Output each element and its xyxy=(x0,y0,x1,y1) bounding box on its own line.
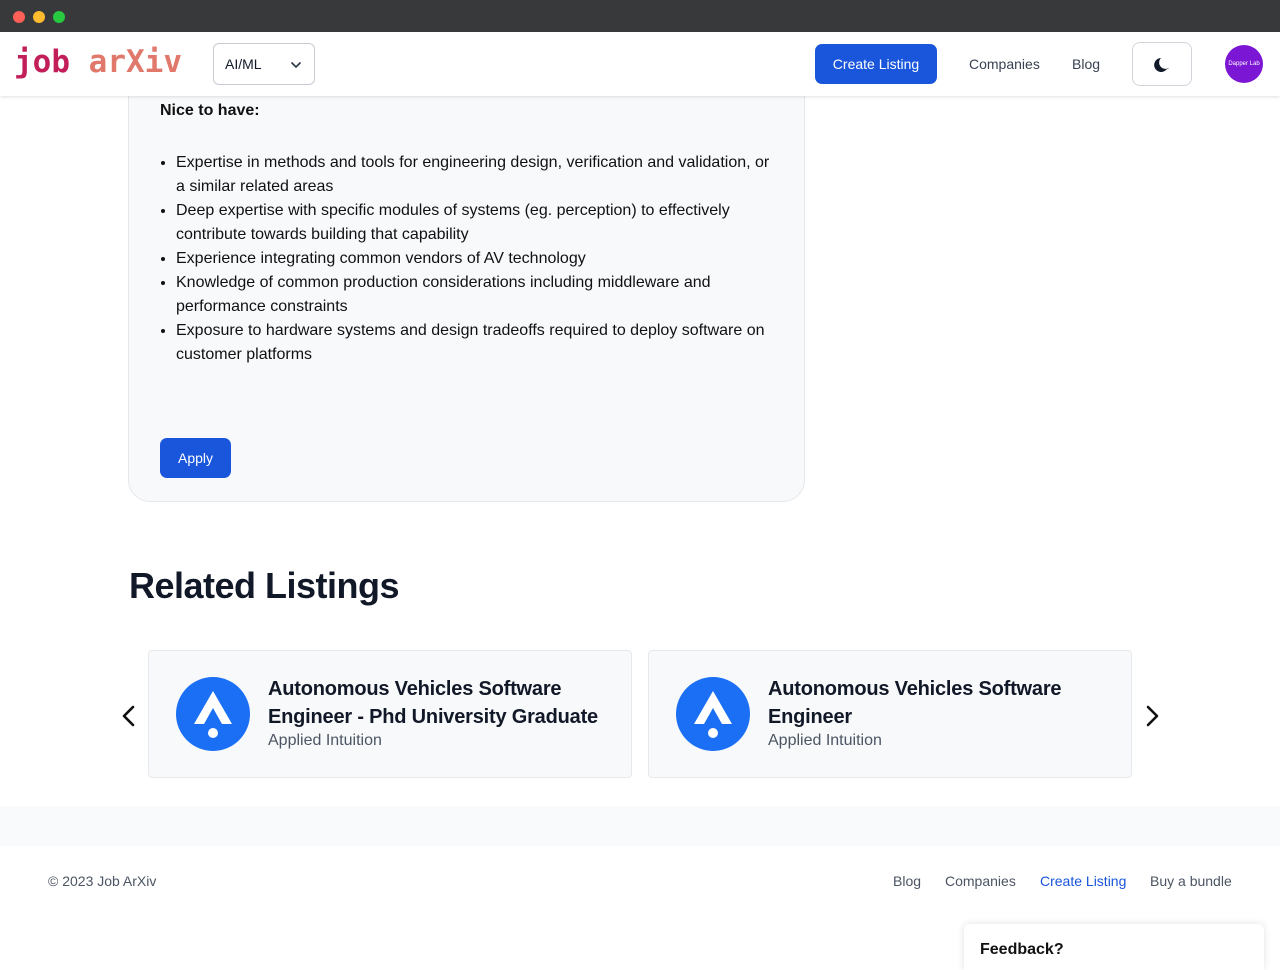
category-select-value: AI/ML xyxy=(225,56,262,72)
footer-buy-bundle-link[interactable]: Buy a bundle xyxy=(1150,873,1232,889)
feedback-label: Feedback? xyxy=(980,941,1064,958)
theme-toggle-button[interactable] xyxy=(1132,42,1192,86)
avatar-label: Dapper Lab xyxy=(1228,61,1260,67)
feedback-widget[interactable]: Feedback? xyxy=(964,924,1264,970)
listing-title[interactable]: Autonomous Vehicles Software Engineer - … xyxy=(268,675,613,731)
related-listing-card[interactable]: Autonomous Vehicles Software Engineer - … xyxy=(148,650,632,778)
related-listings-title: Related Listings xyxy=(129,565,400,606)
logo-job: job xyxy=(14,44,70,80)
navbar: job arXiv AI/ML Create Listing Companies… xyxy=(0,32,1280,96)
logo-arxiv: arXiv xyxy=(88,44,182,80)
listing-title[interactable]: Autonomous Vehicles Software Engineer xyxy=(768,675,1113,731)
listing-company: Applied Intuition xyxy=(268,732,382,749)
list-item: Experience integrating common vendors of… xyxy=(176,247,781,271)
chevron-down-icon xyxy=(291,62,301,68)
company-logo-icon xyxy=(676,677,750,751)
chevron-right-icon[interactable] xyxy=(1140,703,1164,729)
site-logo[interactable]: job arXiv xyxy=(14,44,182,80)
copyright-text: © 2023 Job ArXiv xyxy=(48,873,157,889)
list-item: Expertise in methods and tools for engin… xyxy=(176,151,781,199)
job-description-card: Nice to have: Expertise in methods and t… xyxy=(128,60,805,502)
user-avatar[interactable]: Dapper Lab xyxy=(1225,45,1263,83)
nav-blog-link[interactable]: Blog xyxy=(1072,56,1100,72)
list-item: Deep expertise with specific modules of … xyxy=(176,199,781,247)
list-item: Exposure to hardware systems and design … xyxy=(176,319,781,367)
footer-blog-link[interactable]: Blog xyxy=(893,873,921,889)
chevron-left-icon[interactable] xyxy=(117,703,141,729)
nice-to-have-list: Expertise in methods and tools for engin… xyxy=(176,151,781,367)
nice-to-have-heading: Nice to have: xyxy=(160,102,260,119)
maximize-window-icon[interactable] xyxy=(53,11,65,23)
footer-create-listing-link[interactable]: Create Listing xyxy=(1040,873,1126,889)
list-item: Knowledge of common production considera… xyxy=(176,271,781,319)
related-listing-card[interactable]: Autonomous Vehicles Software Engineer Ap… xyxy=(648,650,1132,778)
company-logo-icon xyxy=(176,677,250,751)
minimize-window-icon[interactable] xyxy=(33,11,45,23)
footer-divider-band xyxy=(0,806,1280,846)
create-listing-button[interactable]: Create Listing xyxy=(815,44,937,84)
window-titlebar xyxy=(0,0,1280,32)
footer-companies-link[interactable]: Companies xyxy=(945,873,1016,889)
moon-icon xyxy=(1154,58,1170,72)
close-window-icon[interactable] xyxy=(13,11,25,23)
category-select[interactable]: AI/ML xyxy=(213,43,315,85)
apply-button[interactable]: Apply xyxy=(160,438,231,478)
nav-companies-link[interactable]: Companies xyxy=(969,56,1040,72)
listing-company: Applied Intuition xyxy=(768,732,882,749)
